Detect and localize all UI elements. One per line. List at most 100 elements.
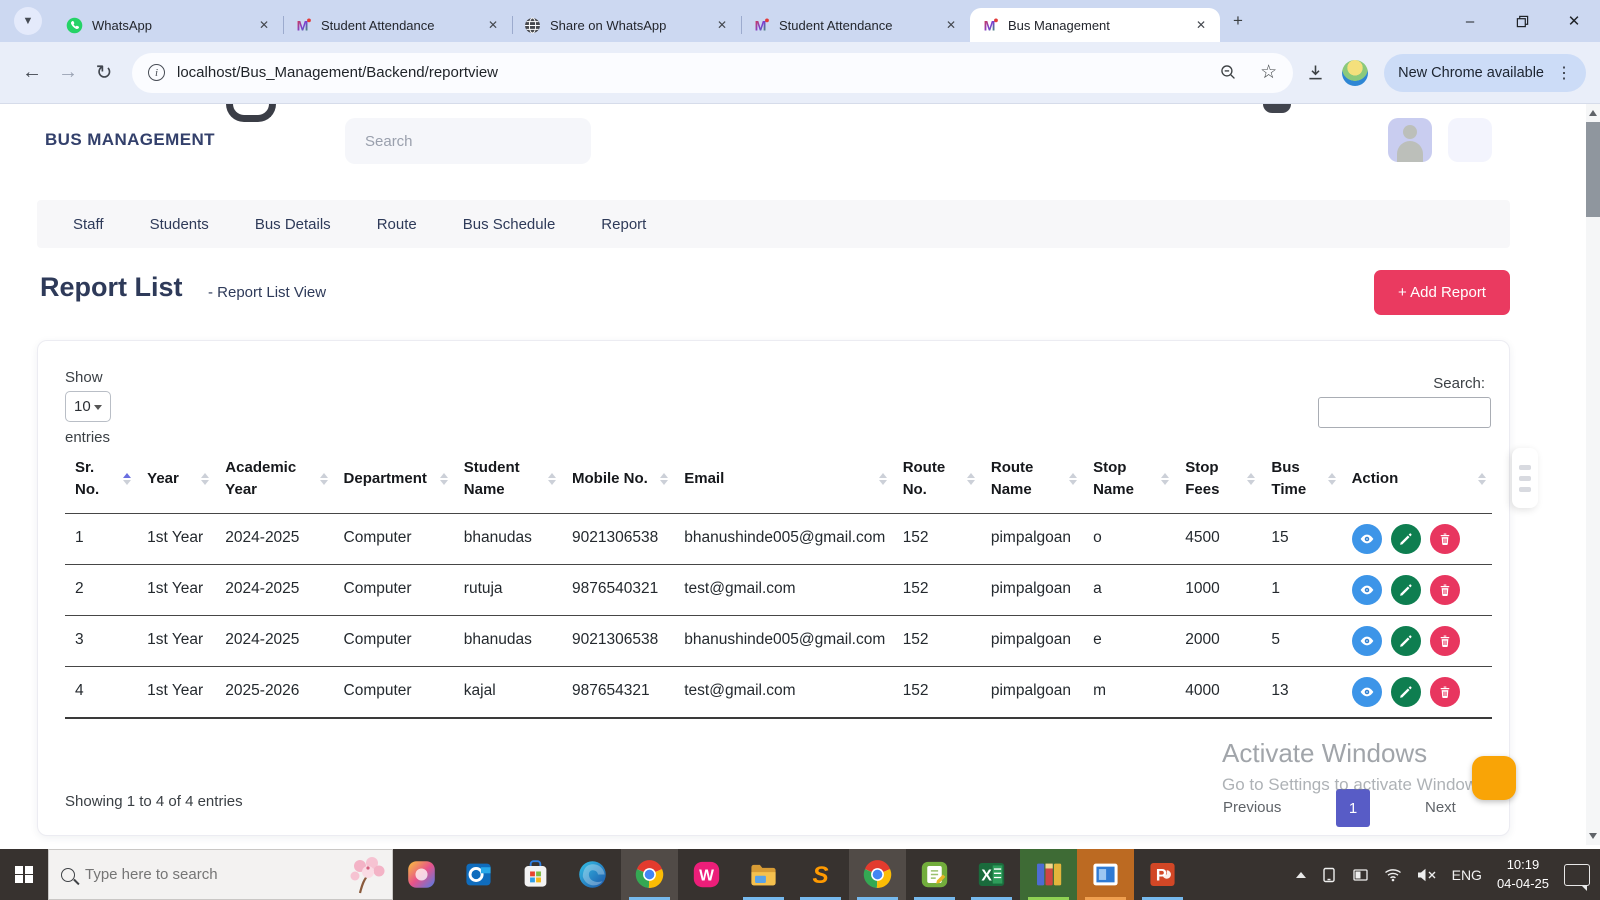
restore-button[interactable] xyxy=(1496,0,1548,42)
floating-side-widget[interactable] xyxy=(1512,448,1538,508)
notification-center-icon[interactable] xyxy=(1564,863,1590,891)
tab-close-icon[interactable]: ✕ xyxy=(484,18,502,32)
nav-item-students[interactable]: Students xyxy=(150,216,209,233)
tab-bus-management[interactable]: Bus Management ✕ xyxy=(970,8,1220,42)
edit-button[interactable] xyxy=(1390,574,1421,605)
column-header-mobile-no[interactable]: Mobile No. xyxy=(562,447,674,513)
nav-item-report[interactable]: Report xyxy=(601,216,646,233)
taskbar-icon-sublime-text[interactable] xyxy=(792,849,849,900)
view-button[interactable] xyxy=(1351,574,1382,605)
add-report-button[interactable]: + Add Report xyxy=(1374,270,1510,315)
address-bar[interactable]: i localhost/Bus_Management/Backend/repor… xyxy=(132,52,1294,93)
url-text[interactable]: localhost/Bus_Management/Backend/reportv… xyxy=(177,64,1207,81)
column-header-academic-year[interactable]: Academic Year xyxy=(215,447,333,513)
user-avatar[interactable] xyxy=(1388,118,1432,162)
column-header-year[interactable]: Year xyxy=(137,447,215,513)
edit-button[interactable] xyxy=(1390,676,1421,707)
header-search-input[interactable] xyxy=(345,118,591,164)
view-button[interactable] xyxy=(1351,625,1382,656)
reload-button[interactable]: ↻ xyxy=(86,55,122,91)
taskbar-icon-edge[interactable] xyxy=(564,849,621,900)
column-header-department[interactable]: Department xyxy=(334,447,454,513)
taskbar-icon-windows-app[interactable] xyxy=(1077,849,1134,900)
taskbar-icon-powerpoint[interactable] xyxy=(1134,849,1191,900)
tab-whatsapp[interactable]: WhatsApp ✕ xyxy=(54,8,283,42)
language-indicator[interactable]: ENG xyxy=(1452,867,1482,883)
column-header-stop-fees[interactable]: Stop Fees xyxy=(1175,447,1261,513)
column-header-bus-time[interactable]: Bus Time xyxy=(1261,447,1341,513)
start-button[interactable] xyxy=(0,849,48,900)
taskbar-icon-notepad[interactable] xyxy=(906,849,963,900)
taskbar-icon-copilot[interactable] xyxy=(393,849,450,900)
column-header-sr-no[interactable]: Sr. No. xyxy=(65,447,137,513)
delete-button[interactable] xyxy=(1429,676,1460,707)
column-header-stop-name[interactable]: Stop Name xyxy=(1083,447,1175,513)
tab-share-on-whatsapp[interactable]: Share on WhatsApp ✕ xyxy=(512,8,741,42)
edit-button[interactable] xyxy=(1390,523,1421,554)
new-tab-button[interactable]: + xyxy=(1224,7,1252,35)
taskbar-icon-chrome[interactable] xyxy=(621,849,678,900)
minimize-button[interactable]: – xyxy=(1444,0,1496,42)
nav-item-bus-schedule[interactable]: Bus Schedule xyxy=(463,216,556,233)
pagination-next[interactable]: Next xyxy=(1425,799,1456,816)
view-button[interactable] xyxy=(1351,676,1382,707)
column-header-student-name[interactable]: Student Name xyxy=(454,447,562,513)
column-header-route-name[interactable]: Route Name xyxy=(981,447,1083,513)
zoom-icon[interactable] xyxy=(1219,63,1238,82)
tablet-mode-icon[interactable] xyxy=(1321,867,1337,883)
taskbar-search-input[interactable] xyxy=(85,866,380,883)
delete-button[interactable] xyxy=(1429,625,1460,656)
battery-icon[interactable] xyxy=(1352,867,1369,883)
wifi-icon[interactable] xyxy=(1384,868,1402,882)
scrollbar-thumb[interactable] xyxy=(1586,122,1600,217)
taskbar-icon-file-explorer[interactable] xyxy=(735,849,792,900)
column-header-action[interactable]: Action xyxy=(1342,447,1492,513)
profile-avatar[interactable] xyxy=(1342,59,1369,86)
tab-student-attendance[interactable]: Student Attendance ✕ xyxy=(283,8,512,42)
menu-dots-icon[interactable]: ⋮ xyxy=(1556,63,1572,83)
tab-close-icon[interactable]: ✕ xyxy=(1192,18,1210,32)
view-button[interactable] xyxy=(1351,523,1382,554)
scroll-down-arrow[interactable] xyxy=(1586,829,1600,843)
edit-button[interactable] xyxy=(1390,625,1421,656)
tab-close-icon[interactable]: ✕ xyxy=(255,18,273,32)
nav-item-bus-details[interactable]: Bus Details xyxy=(255,216,331,233)
column-header-email[interactable]: Email xyxy=(674,447,892,513)
bookmark-star-icon[interactable]: ☆ xyxy=(1260,61,1277,84)
taskbar-icon-excel[interactable] xyxy=(963,849,1020,900)
pagination-page-1[interactable]: 1 xyxy=(1336,789,1370,827)
nav-item-route[interactable]: Route xyxy=(377,216,417,233)
table-search-input[interactable] xyxy=(1318,397,1491,428)
taskbar-icon-store[interactable] xyxy=(507,849,564,900)
tray-chevron-up-icon[interactable] xyxy=(1295,871,1306,878)
delete-button[interactable] xyxy=(1429,574,1460,605)
delete-button[interactable] xyxy=(1429,523,1460,554)
taskbar-icon-winrar[interactable] xyxy=(1020,849,1077,900)
header-action-box[interactable] xyxy=(1448,118,1492,162)
site-info-icon[interactable]: i xyxy=(148,64,165,81)
cell-route-name: pimpalgoan xyxy=(980,563,1084,615)
forward-button[interactable]: → xyxy=(50,55,86,91)
tab-close-icon[interactable]: ✕ xyxy=(713,18,731,32)
pagination-previous[interactable]: Previous xyxy=(1223,799,1281,816)
close-button[interactable]: ✕ xyxy=(1548,0,1600,42)
taskbar-icon-outlook[interactable] xyxy=(450,849,507,900)
scroll-up-arrow[interactable] xyxy=(1586,106,1600,120)
taskbar-icon-chrome[interactable] xyxy=(849,849,906,900)
taskbar-search[interactable] xyxy=(48,849,393,900)
chrome-update-button[interactable]: New Chrome available ⋮ xyxy=(1384,53,1586,92)
taskbar-clock[interactable]: 10:19 04-04-25 xyxy=(1497,856,1549,894)
tab-search-button[interactable]: ▼ xyxy=(14,7,42,35)
page-scrollbar[interactable] xyxy=(1586,104,1600,845)
page-size-select[interactable]: 10 xyxy=(65,391,111,422)
cell-bus-time: 13 xyxy=(1261,665,1342,719)
nav-item-staff[interactable]: Staff xyxy=(73,216,104,233)
chat-bubble-button[interactable] xyxy=(1472,756,1516,800)
back-button[interactable]: ← xyxy=(14,55,50,91)
taskbar-icon-wamp[interactable] xyxy=(678,849,735,900)
volume-muted-icon[interactable] xyxy=(1417,868,1437,882)
column-header-route-no[interactable]: Route No. xyxy=(893,447,981,513)
tab-student-attendance[interactable]: Student Attendance ✕ xyxy=(741,8,970,42)
tab-close-icon[interactable]: ✕ xyxy=(942,18,960,32)
downloads-icon[interactable] xyxy=(1305,62,1326,83)
